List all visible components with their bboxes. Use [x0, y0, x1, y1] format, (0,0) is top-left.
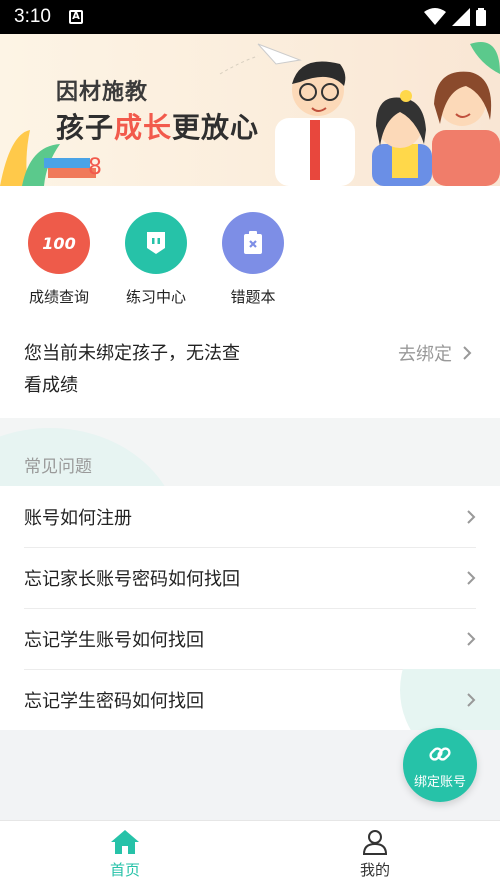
bind-notice-text: 您当前未绑定孩子，无法查看成绩 [24, 343, 240, 396]
chevron-right-icon [467, 509, 476, 524]
svg-text:8: 8 [88, 155, 102, 180]
faq-title: 常见问题 [24, 457, 92, 477]
nav-label-mine: 我的 [359, 861, 390, 879]
banner-subheadline-part1: 孩子 [56, 111, 115, 144]
banner-subheadline: 孩子成长更放心 [56, 106, 259, 146]
bind-account-fab[interactable]: 绑定账号 [403, 728, 477, 802]
shortcut-label: 成绩查询 [28, 288, 89, 306]
faq-item-text: 忘记学生账号如何找回 [24, 629, 204, 651]
chevron-right-icon [467, 692, 476, 707]
chevron-right-icon [467, 570, 476, 585]
decorative-blob [400, 669, 500, 730]
user-icon [362, 830, 388, 855]
faq-item-text: 忘记家长账号密码如何找回 [24, 568, 240, 590]
faq-item-student-password[interactable]: 忘记学生密码如何找回 [0, 669, 500, 730]
signal-icon [452, 8, 470, 26]
faq-item-parent-password[interactable]: 忘记家长账号密码如何找回 [0, 547, 500, 608]
faq-item-register[interactable]: 账号如何注册 [0, 486, 500, 547]
shortcut-wrong-book[interactable]: 错题本 [211, 212, 295, 307]
banner-subheadline-part2: 更放心 [172, 111, 260, 144]
score-100-icon: 100 [28, 212, 90, 274]
status-indicators [424, 8, 486, 26]
shortcut-practice-center[interactable]: 练习中心 [114, 212, 198, 307]
bottom-nav: 首页 我的 [0, 820, 500, 888]
nav-label-home: 首页 [109, 861, 140, 879]
shortcut-label: 练习中心 [125, 288, 186, 306]
shortcut-label: 错题本 [230, 288, 276, 306]
faq-item-student-account[interactable]: 忘记学生账号如何找回 [0, 608, 500, 669]
status-bar: 3:10 A [0, 0, 500, 34]
faq-item-text: 忘记学生密码如何找回 [24, 690, 204, 712]
go-bind-label: 去绑定 [398, 344, 452, 365]
wrong-book-icon [222, 212, 284, 274]
promo-banner[interactable]: 8 因材施教 孩子成长更放心 [0, 34, 500, 186]
bind-account-fab-label: 绑定账号 [413, 774, 466, 790]
go-bind-link[interactable]: 去绑定 [398, 340, 472, 366]
faq-item-text: 账号如何注册 [24, 507, 132, 529]
battery-icon [476, 8, 486, 26]
chevron-right-icon [467, 631, 476, 646]
home-icon [111, 830, 139, 854]
shortcut-score-query[interactable]: 100 成绩查询 [17, 212, 101, 307]
wifi-icon [424, 8, 446, 25]
app-notification-icon: A [68, 10, 83, 24]
chevron-right-icon [463, 346, 472, 360]
faq-list: 账号如何注册 忘记家长账号密码如何找回 忘记学生账号如何找回 忘记学生密码如何找… [0, 486, 500, 730]
banner-subheadline-highlight: 成长 [114, 111, 173, 144]
banner-headline: 因材施教 [56, 80, 149, 105]
status-time: 3:10 [14, 6, 51, 27]
practice-icon [125, 212, 187, 274]
nav-item-mine[interactable]: 我的 [250, 821, 500, 888]
nav-item-home[interactable]: 首页 [0, 821, 250, 888]
link-icon [429, 746, 451, 761]
